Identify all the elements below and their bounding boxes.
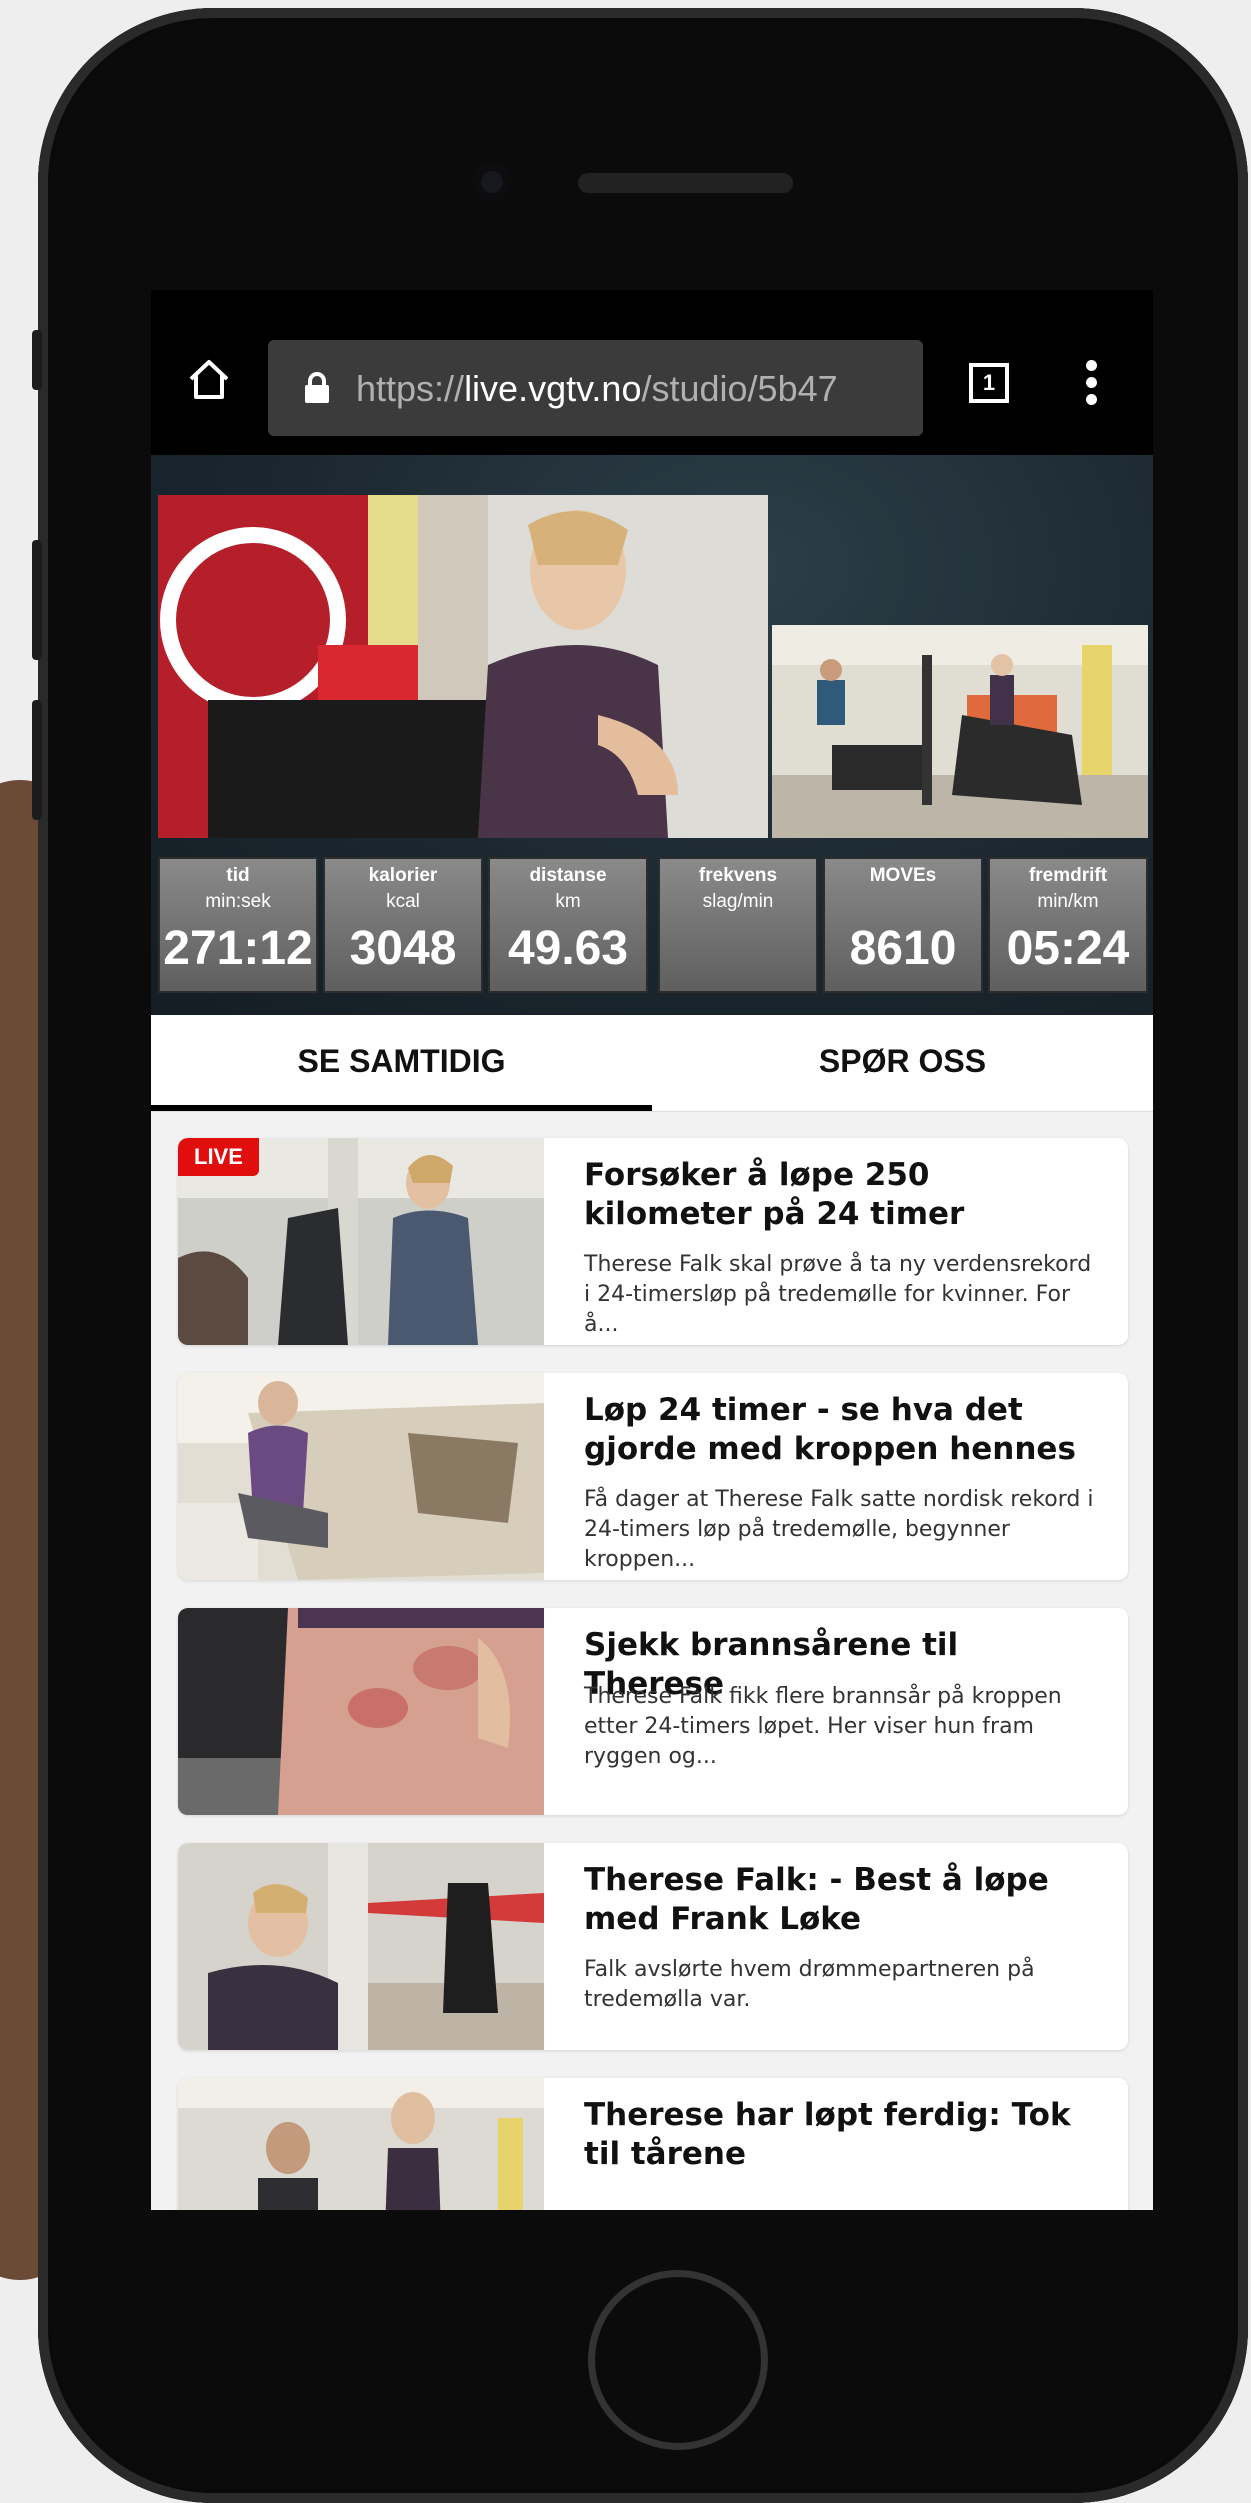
web-page: tid min:sek 271:12 kalorier kcal 3048 di… xyxy=(151,455,1153,2210)
home-button[interactable] xyxy=(588,2270,768,2450)
video-thumbnail[interactable] xyxy=(178,2078,544,2210)
url-field[interactable]: https://live.vgtv.no/studio/5b47 xyxy=(268,340,923,436)
video-card[interactable]: LIVE Forsøker å løpe 250 kilometer på 24… xyxy=(178,1138,1128,1345)
front-camera xyxy=(473,163,511,201)
url-host: live.vgtv.no xyxy=(464,368,642,409)
video-thumbnail[interactable] xyxy=(178,1373,544,1580)
tab-spor-oss[interactable]: SPØR OSS xyxy=(652,1015,1153,1111)
stat-tid: tid min:sek 271:12 xyxy=(158,857,318,993)
url-scheme: https:// xyxy=(356,368,465,409)
video-description: Falk avslørte hvem drømmepartneren på tr… xyxy=(584,1957,1035,2012)
browser-toolbar: https://live.vgtv.no/studio/5b47 1 xyxy=(151,290,1153,455)
stat-label: distanse xyxy=(529,865,607,886)
stat-label: MOVEs xyxy=(869,865,937,886)
stat-value: 49.63 xyxy=(507,922,629,975)
stat-label: kalorier xyxy=(368,865,438,886)
overflow-menu-icon[interactable] xyxy=(1086,360,1098,406)
video-card[interactable]: Therese har løpt ferdig: Tok til tårene xyxy=(178,2078,1128,2210)
video-title[interactable]: Løp 24 timer - se hva det gjorde med kro… xyxy=(584,1391,1104,1469)
tab-se-samtidig[interactable]: SE SAMTIDIG xyxy=(151,1015,652,1111)
stat-distanse: distanse km 49.63 xyxy=(488,857,648,993)
video-description: Få dager at Therese Falk satte nordisk r… xyxy=(584,1487,1094,1572)
video-player[interactable]: tid min:sek 271:12 kalorier kcal 3048 di… xyxy=(151,455,1153,1015)
stat-value: 05:24 xyxy=(1006,922,1130,975)
stat-label: frekvens xyxy=(698,865,778,886)
video-title[interactable]: Therese Falk: - Best å løpe med Frank Lø… xyxy=(584,1861,1104,1939)
home-icon[interactable] xyxy=(187,357,231,401)
live-badge: LIVE xyxy=(178,1138,259,1176)
url-text: https://live.vgtv.no/studio/5b47 xyxy=(356,368,838,410)
video-thumbnail[interactable] xyxy=(178,1843,544,2050)
stat-label: tid xyxy=(226,865,250,886)
main-camera-feed[interactable] xyxy=(158,495,768,838)
stat-unit: slag/min xyxy=(702,891,774,912)
url-path: /studio/5b47 xyxy=(641,368,838,409)
stat-unit: kcal xyxy=(386,891,420,912)
video-thumbnail[interactable]: LIVE xyxy=(178,1138,544,1345)
mute-switch xyxy=(32,330,42,390)
phone-screen: https://live.vgtv.no/studio/5b47 1 tid m… xyxy=(151,290,1153,2210)
lock-icon xyxy=(305,372,329,403)
tab-switcher-icon[interactable]: 1 xyxy=(969,363,1009,403)
video-description: Therese Falk fikk flere brannsår på krop… xyxy=(584,1684,1062,1769)
stat-unit: min:sek xyxy=(205,891,271,912)
earpiece-speaker xyxy=(578,173,793,193)
stat-kalorier: kalorier kcal 3048 xyxy=(323,857,483,993)
stat-frekvens: frekvens slag/min xyxy=(658,857,818,993)
volume-down-button xyxy=(32,700,42,820)
stat-value: 8610 xyxy=(849,922,957,975)
video-thumbnail[interactable] xyxy=(178,1608,544,1815)
secondary-camera-feed[interactable] xyxy=(772,625,1148,838)
video-description: Therese Falk skal prøve å ta ny verdensr… xyxy=(584,1252,1092,1337)
stat-unit: min/km xyxy=(1037,891,1099,912)
video-card[interactable]: Therese Falk: - Best å løpe med Frank Lø… xyxy=(178,1843,1128,2050)
stat-unit: km xyxy=(555,891,581,912)
video-card[interactable]: Løp 24 timer - se hva det gjorde med kro… xyxy=(178,1373,1128,1580)
stat-fremdrift: fremdrift min/km 05:24 xyxy=(988,857,1148,993)
stat-label: fremdrift xyxy=(1028,865,1108,886)
stat-value: 271:12 xyxy=(163,922,313,975)
video-title[interactable]: Forsøker å løpe 250 kilometer på 24 time… xyxy=(584,1156,1104,1234)
video-card[interactable]: Sjekk brannsårene til Therese Therese Fa… xyxy=(178,1608,1128,1815)
content-tabs: SE SAMTIDIG SPØR OSS xyxy=(151,1015,1153,1112)
stat-value: 3048 xyxy=(349,922,457,975)
video-title[interactable]: Therese har løpt ferdig: Tok til tårene xyxy=(584,2096,1104,2174)
treadmill-stats-panel: tid min:sek 271:12 kalorier kcal 3048 di… xyxy=(158,857,1148,993)
volume-up-button xyxy=(32,540,42,660)
stat-moves: MOVEs 8610 xyxy=(823,857,983,993)
